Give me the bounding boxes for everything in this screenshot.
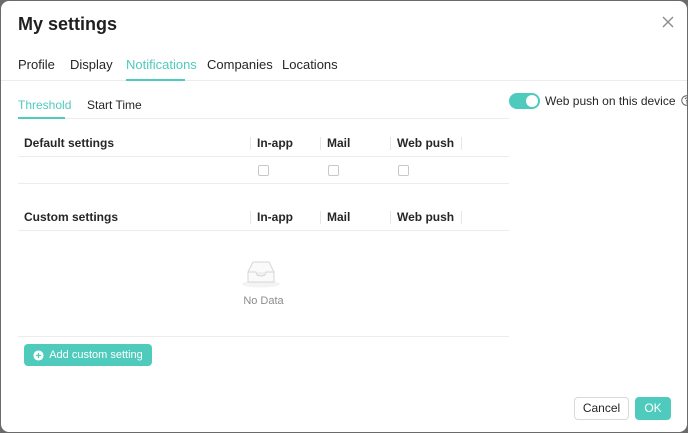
empty-state: No Data — [18, 232, 509, 337]
help-circle-icon[interactable] — [680, 95, 687, 106]
table-header-row: Custom settings In-app Mail Web push — [18, 204, 509, 231]
in-app-checkbox[interactable] — [258, 165, 269, 176]
tab-profile[interactable]: Profile — [18, 57, 55, 81]
toggle-knob — [526, 94, 538, 107]
column-divider — [461, 211, 462, 224]
cancel-button[interactable]: Cancel — [574, 397, 629, 420]
column-divider — [250, 211, 251, 224]
column-divider — [390, 137, 391, 150]
tab-display[interactable]: Display — [70, 57, 113, 81]
tab-companies[interactable]: Companies — [207, 57, 273, 81]
no-data-text: No Data — [243, 295, 284, 307]
column-header-in-app: In-app — [257, 210, 293, 224]
web-push-toggle[interactable] — [509, 92, 540, 109]
ok-button[interactable]: OK — [635, 397, 671, 420]
table-header-row: Default settings In-app Mail Web push — [18, 130, 509, 157]
default-settings-table: Default settings In-app Mail Web push — [18, 130, 509, 184]
empty-inbox-icon — [242, 261, 280, 288]
column-header-web-push: Web push — [397, 210, 455, 224]
column-header-mail: Mail — [327, 136, 351, 150]
web-push-checkbox[interactable] — [398, 165, 409, 176]
add-custom-setting-button[interactable]: Add custom setting — [24, 344, 152, 366]
settings-tabs: Profile Display Notifications Companies … — [1, 57, 687, 81]
column-header-default-settings: Default settings — [24, 136, 115, 150]
web-push-setting: Web push on this device — [509, 92, 687, 109]
column-divider — [320, 211, 321, 224]
custom-settings-table: Custom settings In-app Mail Web push — [18, 204, 509, 231]
web-push-label: Web push on this device — [545, 93, 676, 108]
column-divider — [320, 137, 321, 150]
active-subtab-indicator — [18, 117, 65, 119]
dialog-title: My settings — [18, 14, 118, 34]
subtab-threshold[interactable]: Threshold — [18, 98, 71, 119]
column-divider — [250, 137, 251, 150]
column-divider — [461, 137, 462, 150]
subtab-start-time[interactable]: Start Time — [87, 98, 142, 119]
plus-circle-icon — [33, 349, 44, 361]
add-custom-setting-label: Add custom setting — [49, 349, 143, 361]
column-divider — [390, 211, 391, 224]
column-header-mail: Mail — [327, 210, 351, 224]
column-header-web-push: Web push — [397, 136, 455, 150]
mail-checkbox[interactable] — [328, 165, 339, 176]
table-row — [18, 157, 509, 184]
notification-subtabs: Threshold Start Time — [18, 98, 509, 119]
tab-notifications[interactable]: Notifications — [126, 57, 197, 81]
column-header-in-app: In-app — [257, 136, 293, 150]
tab-locations[interactable]: Locations — [282, 57, 338, 81]
close-icon[interactable] — [659, 13, 677, 31]
column-header-custom-settings: Custom settings — [24, 210, 119, 224]
settings-dialog: My settings Profile Display Notification… — [1, 1, 687, 432]
active-tab-indicator — [126, 79, 185, 81]
